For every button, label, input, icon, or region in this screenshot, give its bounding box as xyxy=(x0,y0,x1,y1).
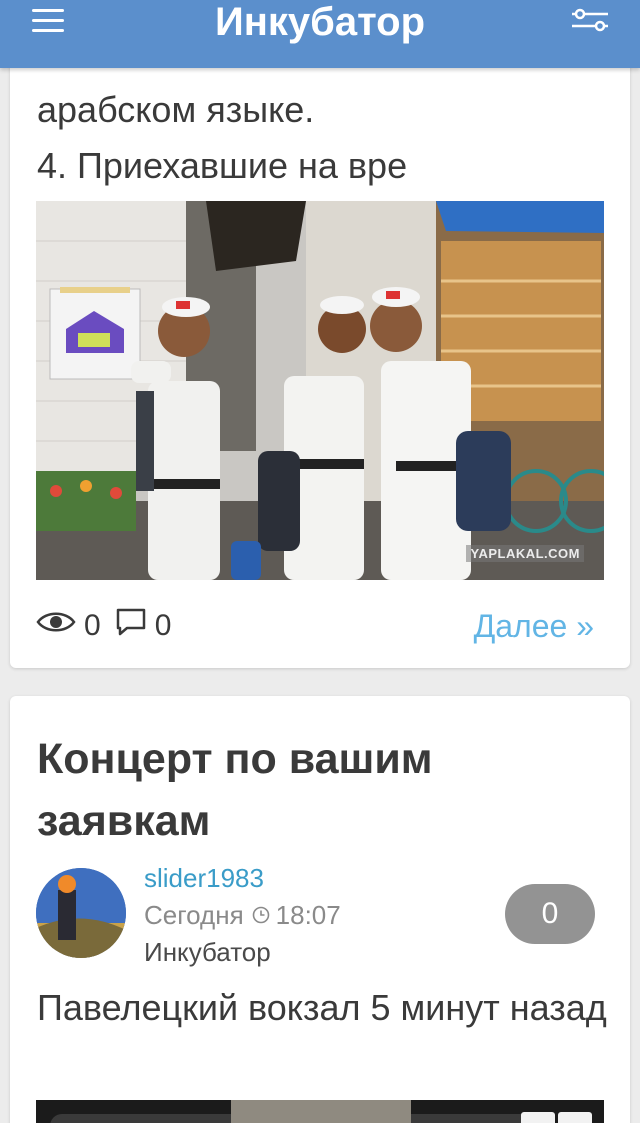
category-link[interactable]: Инкубатор xyxy=(144,934,271,970)
comment-icon xyxy=(115,607,147,645)
post-card: арабском языке. 4. Приехавшие на вре YAP… xyxy=(10,0,630,668)
watermark-logo: YAPLAKAL.COM xyxy=(466,545,584,562)
post-title[interactable]: Концерт по вашим заявкам xyxy=(37,728,597,852)
video-embed[interactable] xyxy=(36,1100,604,1123)
post-photo[interactable]: YAPLAKAL.COM xyxy=(36,201,604,580)
post-excerpt-line: арабском языке. xyxy=(37,89,315,130)
comment-count-badge[interactable]: 0 xyxy=(505,884,595,944)
post-card: Концерт по вашим заявкам slider1983 Сего… xyxy=(10,696,630,1123)
post-date: Сегодня 18:07 xyxy=(144,896,341,934)
post-excerpt-line: 4. Приехавшие на вре xyxy=(37,145,408,186)
views-count: 0 xyxy=(84,609,101,642)
post-time: 18:07 xyxy=(275,900,341,930)
post-text: Павелецкий вокзал 5 минут назад xyxy=(37,987,607,1028)
read-more-link[interactable]: Далее » xyxy=(474,606,594,646)
author-name-link[interactable]: slider1983 xyxy=(144,860,264,896)
post-stats: 0 0 xyxy=(36,606,185,646)
clock-icon xyxy=(252,896,270,934)
app-title: Инкубатор xyxy=(214,0,426,44)
avatar[interactable] xyxy=(36,868,126,958)
eye-icon xyxy=(36,608,76,644)
top-app-bar: Инкубатор xyxy=(0,0,640,68)
comments-count: 0 xyxy=(154,609,172,642)
date-label: Сегодня xyxy=(144,900,244,930)
sliders-icon[interactable] xyxy=(570,6,610,34)
